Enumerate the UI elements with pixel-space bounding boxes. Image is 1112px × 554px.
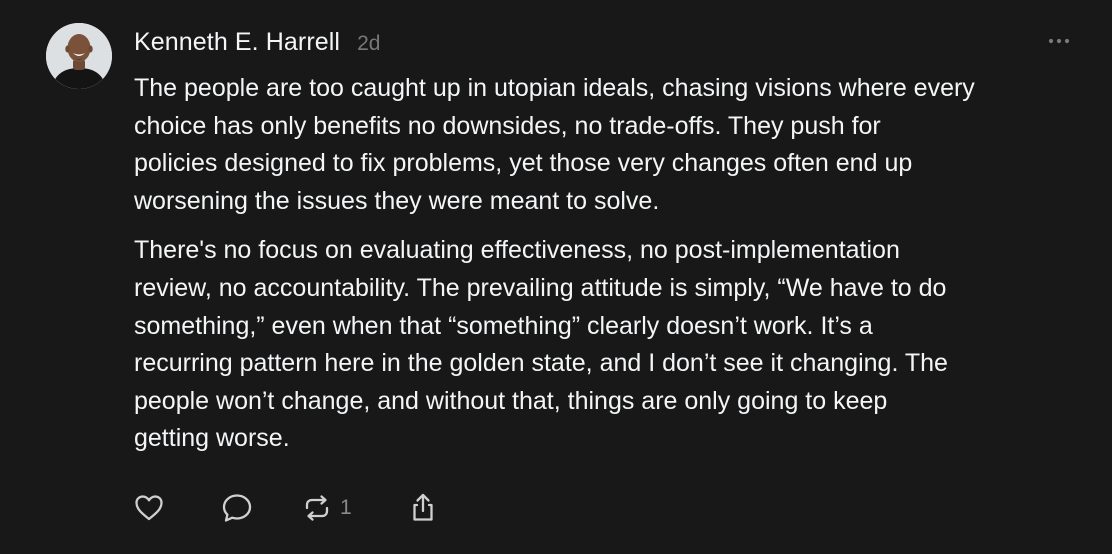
post-timestamp[interactable]: 2d: [357, 32, 380, 56]
text-line: something,” even when that “something” c…: [134, 311, 873, 340]
text-line: people won’t change, and without that, t…: [134, 386, 888, 415]
text-line: worsening the issues they were meant to …: [134, 186, 660, 215]
thread-post: Kenneth E. Harrell 2d The people are too…: [0, 0, 1112, 554]
text-line: recurring pattern here in the golden sta…: [134, 349, 948, 378]
speech-bubble-icon: [222, 494, 252, 522]
repost-icon: [305, 495, 329, 521]
share-button[interactable]: [406, 490, 440, 526]
like-button[interactable]: [132, 490, 166, 526]
text-line: review, no accountability. The prevailin…: [134, 273, 947, 302]
post-paragraph: The people are too caught up in utopian …: [134, 70, 1094, 220]
more-options-button[interactable]: [1043, 34, 1075, 48]
text-line: The people are too caught up in utopian …: [134, 74, 975, 102]
ellipsis-icon: [1048, 38, 1070, 44]
post-header: Kenneth E. Harrell 2d: [134, 28, 380, 57]
share-icon: [413, 493, 433, 521]
avatar[interactable]: [46, 23, 112, 89]
reply-button[interactable]: [220, 490, 254, 526]
post-paragraph: There's no focus on evaluating effective…: [134, 232, 1094, 458]
repost-button[interactable]: 1: [300, 490, 352, 526]
text-line: There's no focus on evaluating effective…: [134, 236, 900, 265]
text-line: getting worse.: [134, 424, 290, 453]
repost-count: 1: [340, 496, 352, 519]
heart-icon: [135, 495, 163, 521]
post-body: The people are too caught up in utopian …: [134, 70, 1094, 458]
text-line: choice has only benefits no downsides, n…: [134, 111, 881, 140]
text-line: policies designed to fix problems, yet t…: [134, 149, 913, 178]
author-name[interactable]: Kenneth E. Harrell: [134, 28, 340, 57]
